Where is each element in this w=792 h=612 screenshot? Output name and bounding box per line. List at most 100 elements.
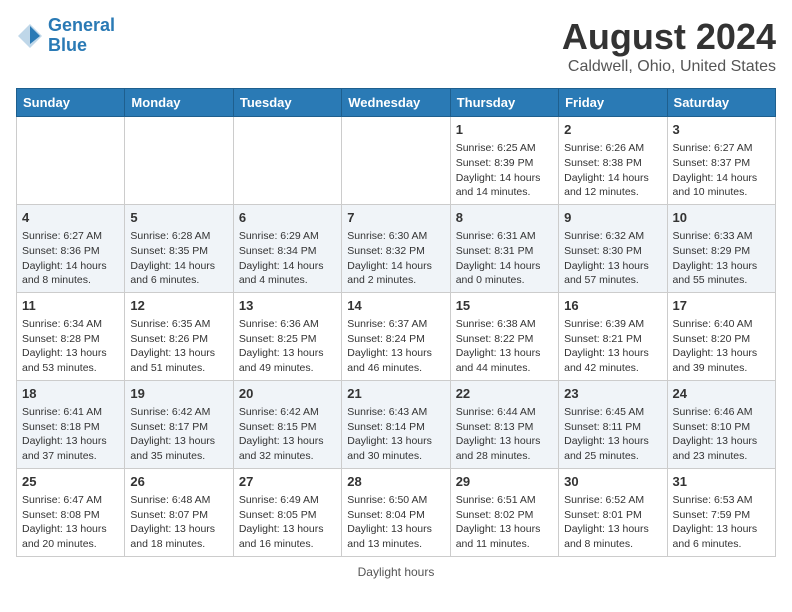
logo-line1: General [48,15,115,35]
calendar-day-cell: 13Sunrise: 6:36 AM Sunset: 8:25 PM Dayli… [233,292,341,380]
logo: General Blue [16,16,115,56]
day-number: 23 [564,385,661,403]
day-info: Sunrise: 6:34 AM Sunset: 8:28 PM Dayligh… [22,317,119,376]
subtitle: Caldwell, Ohio, United States [562,58,776,76]
calendar-week-row: 18 Sunrise: 6:41 AM Sunset: 8:18 PM Dayli… [17,380,776,468]
day-number: 4 [22,209,119,227]
calendar-day-cell [125,117,233,205]
day-number: 8 [456,209,553,227]
calendar-day-cell: 20 Sunrise: 6:42 AM Sunset: 8:15 PM Dayli… [233,380,341,468]
calendar-table: SundayMondayTuesdayWednesdayThursdayFrid… [16,88,776,557]
day-info: Sunrise: 6:42 AM Sunset: 8:17 PM Dayligh… [130,405,227,464]
calendar-week-row: 4 Sunrise: 6:27 AM Sunset: 8:36 PM Daylig… [17,204,776,292]
day-number: 29 [456,473,553,491]
day-info: Sunrise: 6:28 AM Sunset: 8:35 PM Dayligh… [130,229,227,288]
day-info: Sunrise: 6:27 AM Sunset: 8:36 PM Dayligh… [22,229,119,288]
calendar-header-cell: Thursday [450,89,558,117]
day-info: Sunrise: 6:41 AM Sunset: 8:18 PM Dayligh… [22,405,119,464]
calendar-day-cell: 12 Sunrise: 6:35 AM Sunset: 8:26 PM Dayli… [125,292,233,380]
day-number: 16 [564,297,661,315]
day-info: Sunrise: 6:26 AM Sunset: 8:38 PM Dayligh… [564,141,661,200]
day-info: Sunrise: 6:44 AM Sunset: 8:13 PM Dayligh… [456,405,553,464]
day-number: 28 [347,473,444,491]
calendar-day-cell: 30 Sunrise: 6:52 AM Sunset: 8:01 PM Dayli… [559,468,667,556]
day-number: 10 [673,209,770,227]
calendar-week-row: 25 Sunrise: 6:47 AM Sunset: 8:08 PM Dayli… [17,468,776,556]
calendar-day-cell [17,117,125,205]
day-info: Sunrise: 6:35 AM Sunset: 8:26 PM Dayligh… [130,317,227,376]
day-number: 17 [673,297,770,315]
day-number: 9 [564,209,661,227]
day-number: 12 [130,297,227,315]
calendar-header-cell: Monday [125,89,233,117]
calendar-day-cell: 6 Sunrise: 6:29 AM Sunset: 8:34 PM Daylig… [233,204,341,292]
footer-note: Daylight hours [16,565,776,579]
calendar-header-row: SundayMondayTuesdayWednesdayThursdayFrid… [17,89,776,117]
day-number: 15 [456,297,553,315]
day-info: Sunrise: 6:50 AM Sunset: 8:04 PM Dayligh… [347,493,444,552]
calendar-day-cell: 1 Sunrise: 6:25 AM Sunset: 8:39 PM Daylig… [450,117,558,205]
calendar-day-cell: 9Sunrise: 6:32 AM Sunset: 8:30 PM Daylig… [559,204,667,292]
page-header: General Blue August 2024 Caldwell, Ohio,… [16,16,776,76]
day-info: Sunrise: 6:39 AM Sunset: 8:21 PM Dayligh… [564,317,661,376]
calendar-day-cell: 7Sunrise: 6:30 AM Sunset: 8:32 PM Daylig… [342,204,450,292]
day-info: Sunrise: 6:40 AM Sunset: 8:20 PM Dayligh… [673,317,770,376]
calendar-day-cell: 14Sunrise: 6:37 AM Sunset: 8:24 PM Dayli… [342,292,450,380]
calendar-day-cell: 11 Sunrise: 6:34 AM Sunset: 8:28 PM Dayli… [17,292,125,380]
calendar-day-cell: 31Sunrise: 6:53 AM Sunset: 7:59 PM Dayli… [667,468,775,556]
day-info: Sunrise: 6:31 AM Sunset: 8:31 PM Dayligh… [456,229,553,288]
logo-line2: Blue [48,35,87,55]
day-number: 20 [239,385,336,403]
day-info: Sunrise: 6:45 AM Sunset: 8:11 PM Dayligh… [564,405,661,464]
day-number: 11 [22,297,119,315]
calendar-body: 1 Sunrise: 6:25 AM Sunset: 8:39 PM Daylig… [17,117,776,557]
calendar-day-cell: 19 Sunrise: 6:42 AM Sunset: 8:17 PM Dayli… [125,380,233,468]
calendar-day-cell: 17 Sunrise: 6:40 AM Sunset: 8:20 PM Dayli… [667,292,775,380]
day-number: 27 [239,473,336,491]
calendar-day-cell: 5 Sunrise: 6:28 AM Sunset: 8:35 PM Daylig… [125,204,233,292]
day-info: Sunrise: 6:48 AM Sunset: 8:07 PM Dayligh… [130,493,227,552]
calendar-week-row: 1 Sunrise: 6:25 AM Sunset: 8:39 PM Daylig… [17,117,776,205]
day-number: 3 [673,121,770,139]
calendar-day-cell: 3Sunrise: 6:27 AM Sunset: 8:37 PM Daylig… [667,117,775,205]
calendar-day-cell: 24 Sunrise: 6:46 AM Sunset: 8:10 PM Dayli… [667,380,775,468]
logo-icon [16,22,44,50]
day-info: Sunrise: 6:51 AM Sunset: 8:02 PM Dayligh… [456,493,553,552]
calendar-day-cell: 21Sunrise: 6:43 AM Sunset: 8:14 PM Dayli… [342,380,450,468]
day-info: Sunrise: 6:52 AM Sunset: 8:01 PM Dayligh… [564,493,661,552]
calendar-day-cell: 23 Sunrise: 6:45 AM Sunset: 8:11 PM Dayli… [559,380,667,468]
day-info: Sunrise: 6:29 AM Sunset: 8:34 PM Dayligh… [239,229,336,288]
day-number: 1 [456,121,553,139]
day-info: Sunrise: 6:42 AM Sunset: 8:15 PM Dayligh… [239,405,336,464]
day-number: 6 [239,209,336,227]
calendar-day-cell: 18 Sunrise: 6:41 AM Sunset: 8:18 PM Dayli… [17,380,125,468]
day-number: 18 [22,385,119,403]
calendar-day-cell: 15 Sunrise: 6:38 AM Sunset: 8:22 PM Dayli… [450,292,558,380]
calendar-day-cell: 4 Sunrise: 6:27 AM Sunset: 8:36 PM Daylig… [17,204,125,292]
day-info: Sunrise: 6:53 AM Sunset: 7:59 PM Dayligh… [673,493,770,552]
day-number: 30 [564,473,661,491]
calendar-header-cell: Saturday [667,89,775,117]
day-number: 19 [130,385,227,403]
logo-text: General Blue [48,16,115,56]
day-number: 5 [130,209,227,227]
day-info: Sunrise: 6:25 AM Sunset: 8:39 PM Dayligh… [456,141,553,200]
calendar-day-cell [233,117,341,205]
calendar-header-cell: Friday [559,89,667,117]
day-number: 24 [673,385,770,403]
day-info: Sunrise: 6:46 AM Sunset: 8:10 PM Dayligh… [673,405,770,464]
day-number: 25 [22,473,119,491]
calendar-day-cell: 25 Sunrise: 6:47 AM Sunset: 8:08 PM Dayli… [17,468,125,556]
calendar-day-cell: 27 Sunrise: 6:49 AM Sunset: 8:05 PM Dayli… [233,468,341,556]
calendar-day-cell: 22Sunrise: 6:44 AM Sunset: 8:13 PM Dayli… [450,380,558,468]
calendar-week-row: 11 Sunrise: 6:34 AM Sunset: 8:28 PM Dayli… [17,292,776,380]
day-number: 2 [564,121,661,139]
calendar-day-cell: 26Sunrise: 6:48 AM Sunset: 8:07 PM Dayli… [125,468,233,556]
day-info: Sunrise: 6:38 AM Sunset: 8:22 PM Dayligh… [456,317,553,376]
day-info: Sunrise: 6:47 AM Sunset: 8:08 PM Dayligh… [22,493,119,552]
calendar-header-cell: Wednesday [342,89,450,117]
calendar-day-cell: 16 Sunrise: 6:39 AM Sunset: 8:21 PM Dayli… [559,292,667,380]
day-info: Sunrise: 6:49 AM Sunset: 8:05 PM Dayligh… [239,493,336,552]
day-info: Sunrise: 6:37 AM Sunset: 8:24 PM Dayligh… [347,317,444,376]
day-number: 13 [239,297,336,315]
